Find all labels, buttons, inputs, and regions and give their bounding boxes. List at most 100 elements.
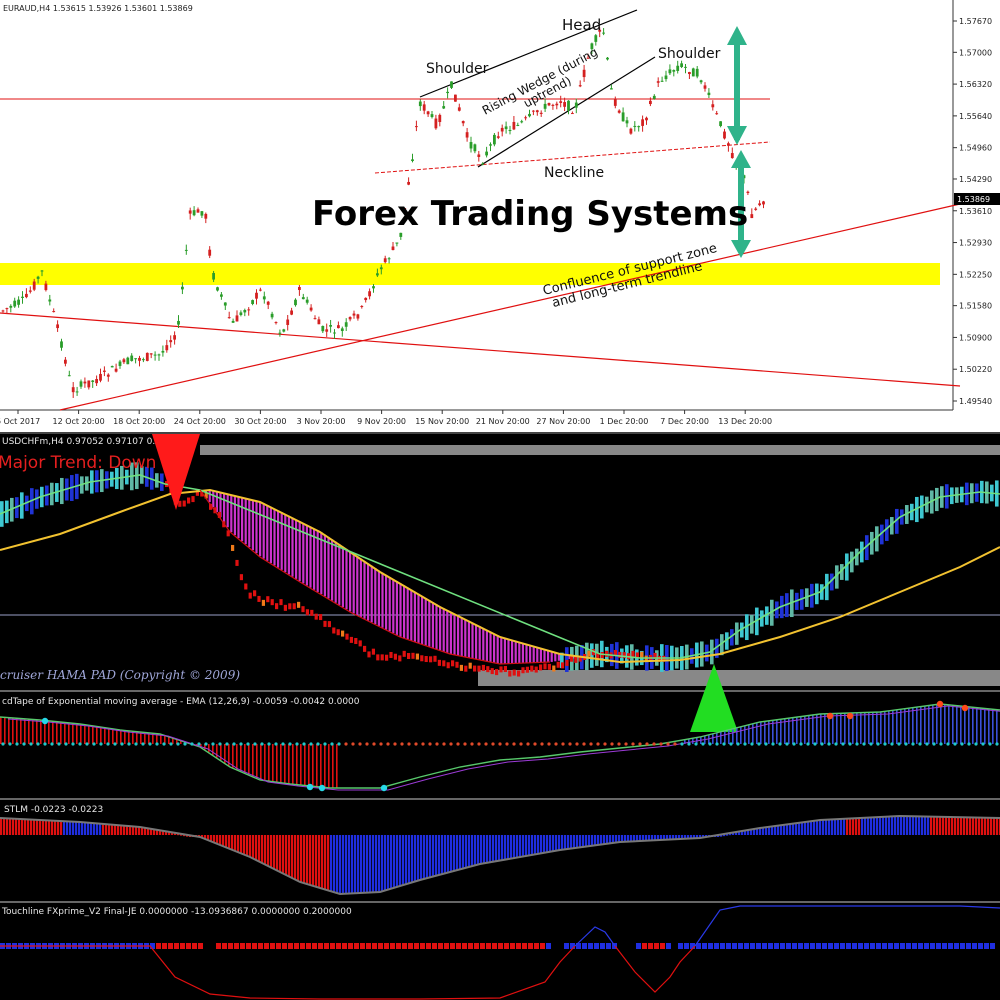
touch-bar (330, 943, 335, 949)
stlm-bar (315, 835, 318, 887)
stlm-bar (597, 835, 600, 846)
stlm-bar (498, 835, 501, 861)
macd-zero-dot (1, 742, 5, 746)
current-price-label: 1.53869 (957, 195, 990, 204)
stlm-bar (549, 835, 552, 852)
macd-zero-dot (155, 742, 159, 746)
date-tick-label: 3 Nov 20:00 (297, 417, 346, 426)
stlm-bar (237, 835, 240, 852)
macd-zero-dot (85, 742, 89, 746)
macd-signal-dot (961, 704, 969, 712)
macd-zero-dot (134, 742, 138, 746)
macd-hist-bar (332, 744, 334, 788)
stlm-bar (231, 835, 234, 850)
macd-zero-dot (267, 742, 271, 746)
touch-bar (852, 943, 857, 949)
label-shoulder-right: Shoulder (658, 46, 721, 62)
macd-hist-bar (248, 744, 250, 775)
stlm-bar (117, 825, 120, 835)
candle-body (9, 305, 13, 308)
candle-body (407, 181, 410, 185)
macd-zero-dot (36, 742, 40, 746)
stlm-bar (609, 835, 612, 844)
macd-hist-bar (308, 744, 310, 786)
stlm-bar (894, 816, 897, 835)
stlm-bar (348, 835, 351, 894)
macd-zero-dot (253, 742, 257, 746)
candle-body (442, 106, 446, 109)
macd-zero-dot (953, 742, 957, 746)
touch-bar (702, 943, 707, 949)
stlm-bar (432, 835, 435, 877)
macd-zero-dot (127, 742, 131, 746)
macd-hist-bar (244, 744, 246, 774)
macd-zero-dot (498, 742, 502, 746)
candle-body (411, 159, 414, 162)
macd-hist-bar (916, 707, 918, 744)
touch-bar (522, 943, 527, 949)
stlm-bar (483, 835, 486, 864)
candle-body (110, 366, 114, 368)
stlm-bar (864, 817, 867, 835)
stlm-bar (513, 835, 516, 859)
macd-hist-bar (960, 706, 962, 744)
macd-zero-dot (533, 742, 537, 746)
hama-down-candle (429, 656, 433, 663)
macd-zero-dot (631, 742, 635, 746)
hama-down-candle (235, 559, 239, 566)
touch-bar (450, 943, 455, 949)
candle-body (465, 132, 469, 138)
macd-hist-bar (968, 706, 970, 744)
stlm-bar (357, 835, 360, 894)
macd-zero-dot (834, 742, 838, 746)
touch-bar (906, 943, 911, 949)
touch-bar (492, 943, 497, 949)
candle-body (235, 315, 239, 322)
stlm-bar (93, 823, 96, 835)
stlm-bar (270, 835, 273, 867)
hama-bar (500, 637, 503, 664)
candle-body (153, 354, 157, 356)
candle-body (337, 325, 340, 329)
hama-bar (269, 506, 272, 564)
stlm-bar (870, 817, 873, 835)
touch-bar (642, 943, 647, 949)
stlm-bar (765, 827, 768, 835)
stlm-bar (234, 835, 237, 851)
touch-bar (780, 943, 785, 949)
hama-bar (316, 530, 319, 592)
price-tick-label: 1.50220 (959, 365, 992, 374)
hama-down-candle (459, 664, 463, 671)
macd-zero-dot (22, 742, 26, 746)
stlm-bar (852, 818, 855, 835)
candle-body (578, 85, 582, 87)
macd-hist-bar (32, 719, 34, 744)
candle-body (567, 100, 570, 111)
stlm-bar (534, 835, 537, 855)
stlm-bar (504, 835, 507, 860)
touch-bar (960, 943, 965, 949)
hama-bar (478, 626, 481, 660)
macd-hist-bar (0, 717, 2, 744)
macd-hist-bar (68, 722, 70, 744)
macd-hist-bar (996, 709, 998, 744)
hama-down-candle (521, 667, 525, 674)
hama-bar (359, 558, 362, 617)
macd-signal-dot (826, 712, 834, 720)
candle-body (535, 110, 539, 113)
hama-down-candle (187, 497, 191, 504)
stlm-bar (975, 817, 978, 835)
candle-body (87, 380, 91, 388)
macd-hist-bar (212, 744, 214, 755)
touch-header: Touchline FXprime_V2 Final-JE 0.0000000 … (1, 907, 352, 917)
macd-hist-bar (748, 725, 750, 744)
date-tick-label: 30 Oct 20:00 (234, 417, 286, 426)
candle-body (746, 191, 750, 194)
price-tick-label: 1.51580 (959, 302, 992, 311)
macd-hist-bar (276, 744, 278, 783)
hama-bar (241, 497, 244, 542)
candle-body (485, 151, 488, 156)
hama-bar (399, 583, 402, 637)
candle-body (621, 112, 625, 122)
macd-hist-bar (72, 723, 74, 744)
